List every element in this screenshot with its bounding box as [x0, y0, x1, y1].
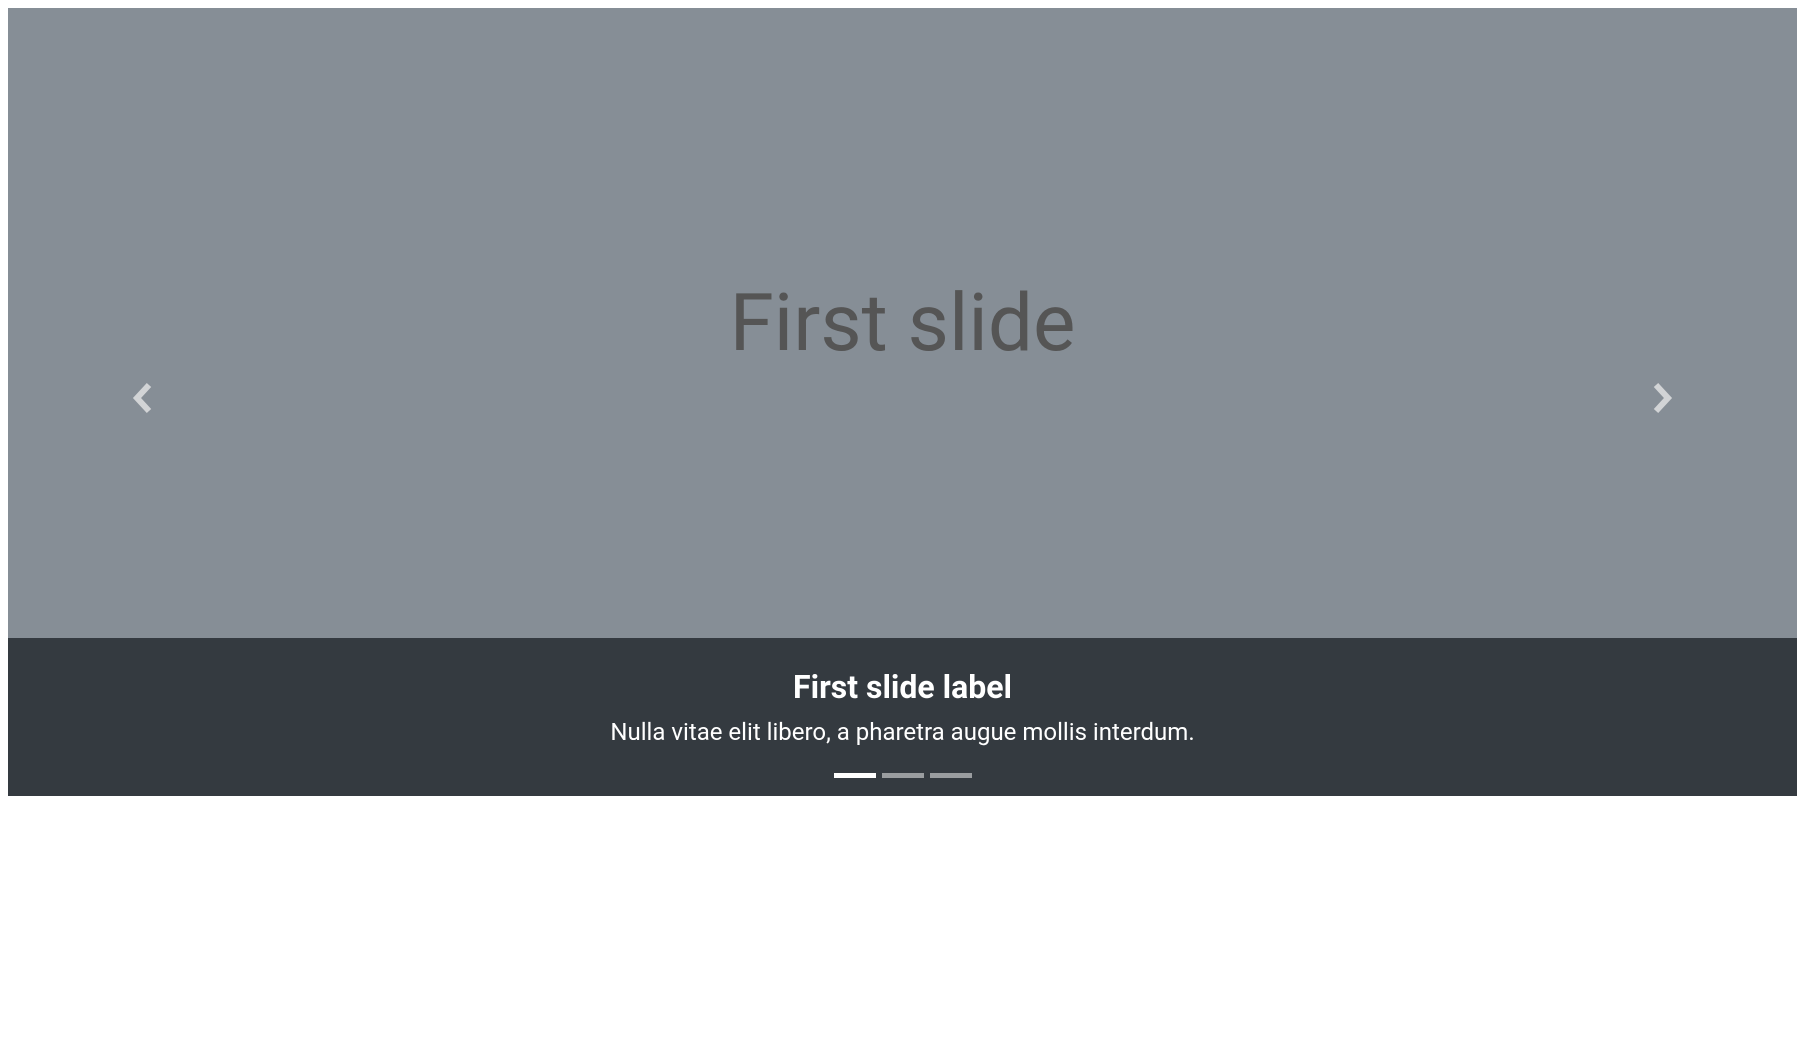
carousel-prev-button[interactable]: [8, 8, 276, 796]
carousel-indicator-3[interactable]: [930, 773, 972, 778]
carousel-indicator-1[interactable]: [834, 773, 876, 778]
chevron-left-icon: [132, 382, 152, 423]
carousel-indicator-2[interactable]: [882, 773, 924, 778]
slide-image-placeholder-text: First slide: [730, 276, 1076, 370]
carousel: First slide First slide label Nulla vita…: [8, 8, 1797, 796]
carousel-indicators: [8, 773, 1797, 778]
caption-text: Nulla vitae elit libero, a pharetra augu…: [28, 718, 1777, 746]
chevron-right-icon: [1653, 382, 1673, 423]
caption-title: First slide label: [28, 668, 1777, 706]
carousel-next-button[interactable]: [1529, 8, 1797, 796]
